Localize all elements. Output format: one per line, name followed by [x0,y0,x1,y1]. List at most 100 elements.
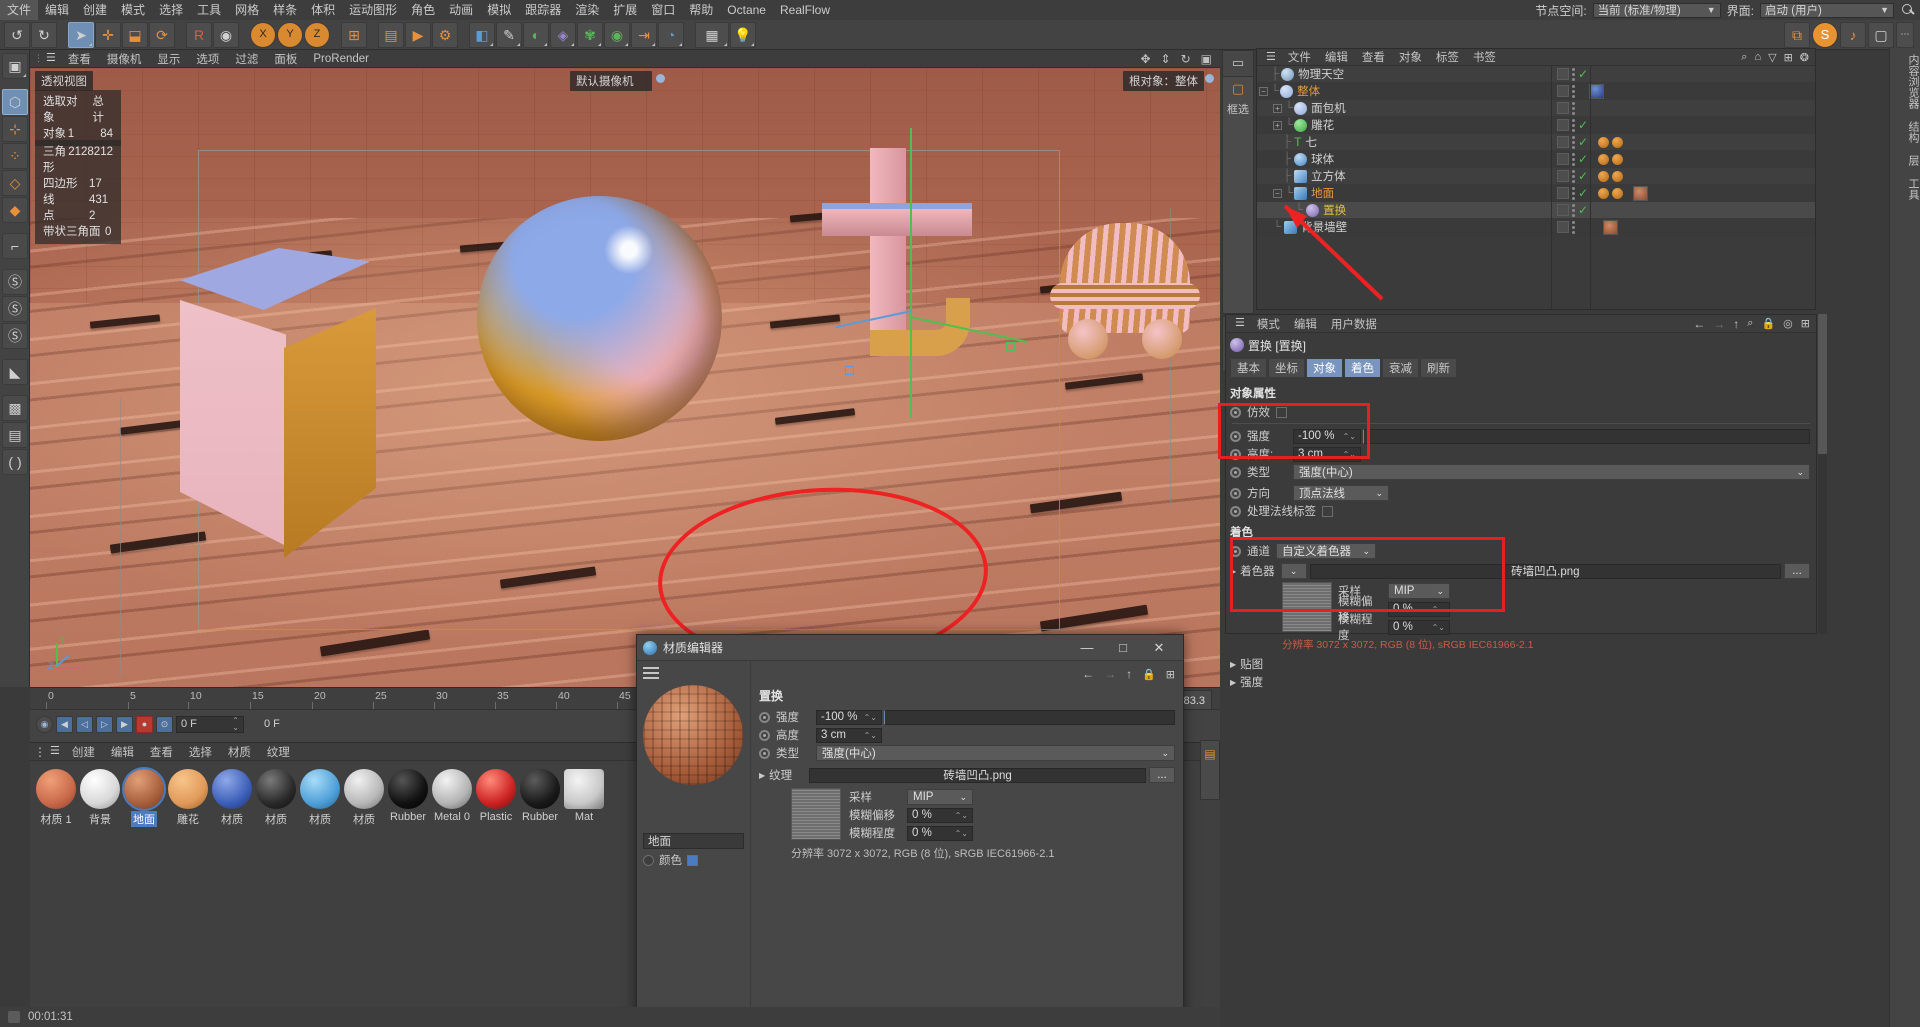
cube-object[interactable] [150,248,390,558]
menu-item-8[interactable]: 体积 [304,0,342,20]
omenu-item-3[interactable]: 对象 [1392,49,1429,65]
object-tags[interactable]: ✓ [1557,118,1588,132]
edge-mode-button[interactable]: ◇ [2,170,28,196]
go-to-start-button[interactable]: ◉ [36,715,53,733]
object-row[interactable]: ├ 物理天空 ✓ [1257,66,1815,83]
object-row[interactable]: ├ 立方体 ✓ [1257,168,1815,185]
point-mode-button[interactable]: ⁘ [2,143,28,169]
me-texture-browse-button[interactable]: ... [1149,767,1175,783]
expand-triangle-icon[interactable]: ▶ [759,771,765,780]
deformer-button[interactable]: ◔ [658,21,684,48]
sidebar-item-layer[interactable]: 层 [1890,149,1920,172]
matmenu-item-0[interactable]: 创建 [64,744,103,760]
normal-tag-checkbox[interactable] [1322,505,1333,517]
viewport-3d-scene[interactable]: 透视视图 默认摄像机 根对象：整体 选取对象 总计 对象 1 84 三角形 212… [30,68,1220,687]
shader-file-field[interactable]: 砖墙凹凸.png [1309,563,1781,579]
material-swatch[interactable]: 材质 1 [36,769,76,827]
xpresso-button[interactable]: ▦ [695,21,729,48]
polygon-mode-button[interactable]: ◆ [2,197,28,223]
me-blur-scale-input[interactable]: 0 % ⌃⌄ [907,825,973,841]
matmenu-item-4[interactable]: 材质 [220,744,259,760]
spinner-icon[interactable]: ⌃⌄ [232,717,239,732]
axis-z-button[interactable]: Z [304,21,330,48]
select-tool-button[interactable]: ➤ [68,21,94,48]
object-row[interactable]: − └ 整体 [1257,83,1815,100]
tab-refresh[interactable]: 刷新 [1420,358,1457,378]
parentheses-button[interactable]: ( ) [2,449,28,475]
spinner-icon[interactable]: ⌃⌄ [1343,450,1356,458]
menu-item-4[interactable]: 选择 [152,0,190,20]
object-tags[interactable] [1557,83,1604,99]
amenu-item-2[interactable]: 用户数据 [1324,316,1384,332]
sidebar-item-tool[interactable]: 工具 [1890,172,1920,206]
lock-icon[interactable]: 🔒 [1142,668,1156,681]
undo-button[interactable]: ↺ [4,21,30,48]
material-swatch[interactable]: Plastic [476,769,516,827]
spinner-icon[interactable]: ⌃⌄ [1432,623,1445,631]
omenu-item-1[interactable]: 编辑 [1318,49,1355,65]
model-mode-button[interactable]: ⬡ [2,89,28,115]
me-sampling-dropdown[interactable]: MIP ⌄ [907,789,973,805]
matmenu-item-1[interactable]: 编辑 [103,744,142,760]
render-settings-button[interactable]: ⚙ [432,21,458,48]
viewport-menu-4[interactable]: 过滤 [227,51,266,67]
close-button[interactable]: ✕ [1141,636,1177,660]
viewport-menu-5[interactable]: 面板 [266,51,305,67]
environment-button[interactable]: ✾ [577,21,603,48]
material-swatch[interactable]: Rubber [520,769,560,827]
soft-selection-button[interactable]: Ⓢ [2,323,28,349]
render-view-button[interactable]: ▤ [378,21,404,48]
object-tags[interactable] [1557,101,1575,115]
matmenu-item-5[interactable]: 纹理 [259,744,298,760]
object-tags[interactable] [1557,219,1618,235]
animation-dot-icon[interactable] [1230,487,1241,499]
color-channel-checkbox[interactable] [687,854,698,866]
me-strength-slider[interactable] [884,709,1175,725]
back-arrow-icon[interactable]: ← [1082,667,1094,681]
generator-button[interactable]: ◐ [523,21,549,48]
menu-item-5[interactable]: 工具 [190,0,228,20]
shader-browse-button[interactable]: ... [1784,563,1810,579]
menu-item-10[interactable]: 角色 [404,0,442,20]
omenu-item-4[interactable]: 标签 [1429,49,1466,65]
matmenu-item-3[interactable]: 选择 [181,744,220,760]
object-tags[interactable]: ✓ [1557,185,1649,201]
render-region-button[interactable]: R [186,21,212,48]
material-editor-titlebar[interactable]: 材质编辑器 — □ ✕ [637,635,1183,661]
maximize-view-icon[interactable]: ▣ [1201,52,1212,66]
tab-coord[interactable]: 坐标 [1268,358,1305,378]
forward-arrow-icon[interactable]: → [1104,667,1116,681]
spinner-icon[interactable]: ⌃⌄ [864,713,877,721]
material-preview-sphere[interactable] [643,685,743,785]
camera-button[interactable]: ◉ [604,21,630,48]
pan-view-icon[interactable]: ✥ [1140,52,1150,66]
texture-axis-button[interactable]: ⌐ [2,233,28,259]
world-coordinate-button[interactable]: ⊞ [341,21,367,48]
active-camera-label[interactable]: 默认摄像机 [570,71,652,91]
live-selection-tool[interactable]: ▣ [2,53,28,79]
animation-dot-icon[interactable] [1230,406,1241,418]
tab-object[interactable]: 对象 [1306,358,1343,378]
enable-snap-button[interactable]: Ⓢ [2,296,28,322]
filter-icon[interactable]: ▽ [1768,51,1776,64]
channel-radio[interactable] [643,854,654,866]
viewport-menu-2[interactable]: 显示 [149,51,188,67]
collapsed-section-strength[interactable]: ▶ 强度 [1226,673,1816,691]
panel-grip[interactable]: ⋮ [34,745,46,759]
me-texture-field[interactable]: 砖墙凹凸.png [809,767,1146,783]
enable-axis-button[interactable]: Ⓢ [2,269,28,295]
spinner-icon[interactable]: ⌃⌄ [955,829,968,837]
maximize-button[interactable]: □ [1105,636,1141,660]
expand-icon[interactable]: + [1273,103,1282,113]
substance-button[interactable]: S [1812,21,1838,48]
light-button[interactable]: 💡 [730,21,756,48]
menu-item-0[interactable]: 文件 [0,0,39,20]
menu-item-19[interactable]: RealFlow [773,0,837,20]
shader-preset-dropdown[interactable]: ⌄ [1280,563,1307,579]
layout-button[interactable]: ⧉ [1784,21,1810,48]
tab-shading[interactable]: 着色 [1344,358,1381,378]
spinner-icon[interactable]: ⌃⌄ [864,731,877,739]
target-icon[interactable]: ◎ [1783,317,1793,330]
material-swatch[interactable]: Mat [564,769,604,827]
hamburger-icon[interactable]: ☰ [50,746,60,757]
